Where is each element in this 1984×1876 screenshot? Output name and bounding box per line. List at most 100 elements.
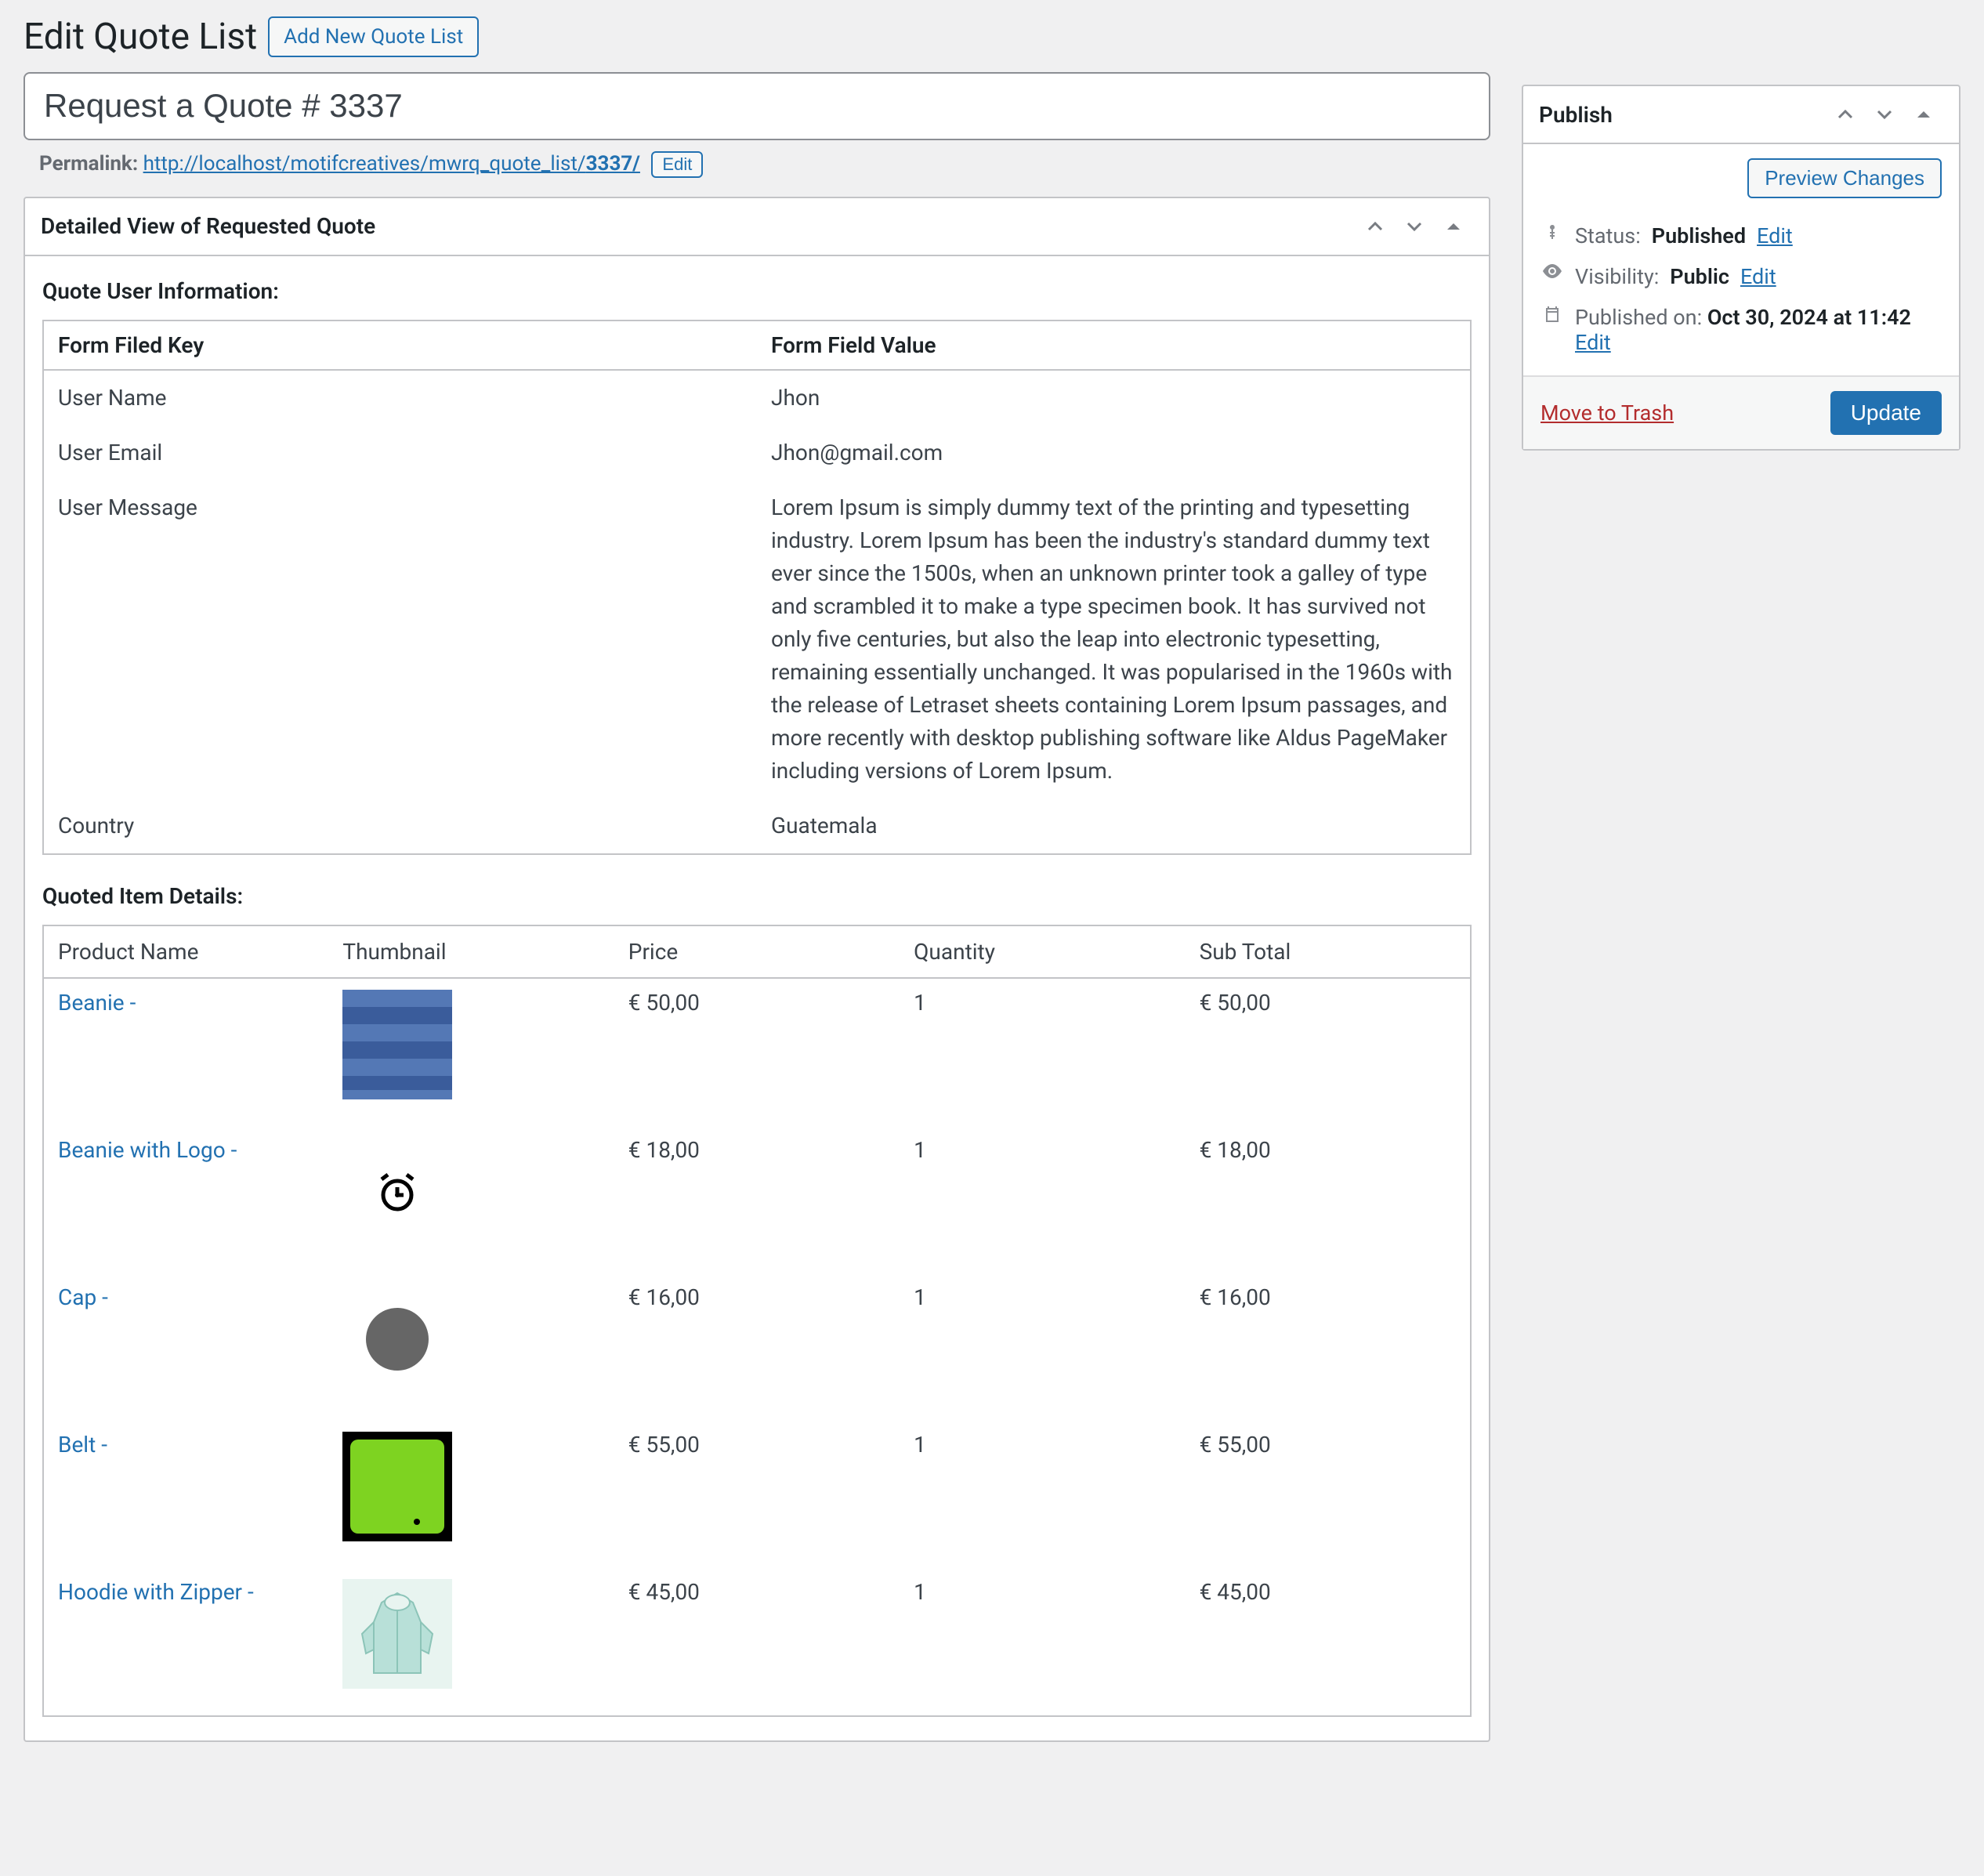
table-header-key: Form Filed Key bbox=[43, 321, 757, 370]
metabox-title: Detailed View of Requested Quote bbox=[41, 213, 375, 239]
cell-product-name: Beanie - bbox=[43, 978, 328, 1126]
cell-key: User Email bbox=[43, 426, 757, 480]
cell-product-name: Belt - bbox=[43, 1421, 328, 1568]
chevron-up-icon bbox=[1837, 109, 1853, 120]
cell-product-name: Cap - bbox=[43, 1273, 328, 1421]
table-row: User MessageLorem Ipsum is simply dummy … bbox=[43, 480, 1471, 799]
cell-price: € 18,00 bbox=[614, 1126, 900, 1273]
move-down-button[interactable] bbox=[1395, 207, 1434, 246]
table-row: CountryGuatemala bbox=[43, 799, 1471, 854]
chevron-down-icon bbox=[1407, 221, 1422, 232]
toggle-panel-button[interactable] bbox=[1904, 95, 1943, 134]
quote-details-metabox: Detailed View of Requested Quote Quote U… bbox=[24, 197, 1490, 1742]
product-link[interactable]: Beanie with Logo - bbox=[58, 1137, 237, 1163]
cell-product-name: Hoodie with Zipper - bbox=[43, 1568, 328, 1716]
cell-product-name: Beanie with Logo - bbox=[43, 1126, 328, 1273]
product-thumbnail-icon bbox=[342, 1579, 452, 1689]
table-row: Belt - € 55,001€ 55,00 bbox=[43, 1421, 1471, 1568]
cell-value: Lorem Ipsum is simply dummy text of the … bbox=[757, 480, 1471, 799]
move-up-button[interactable] bbox=[1826, 95, 1865, 134]
status-label: Status: bbox=[1575, 223, 1641, 248]
cell-thumbnail bbox=[328, 1126, 614, 1273]
visibility-label: Visibility: bbox=[1575, 264, 1659, 289]
edit-slug-button[interactable]: Edit bbox=[651, 151, 703, 178]
published-date: Oct 30, 2024 at 11:42 bbox=[1707, 305, 1911, 330]
calendar-icon bbox=[1540, 305, 1564, 324]
toggle-panel-button[interactable] bbox=[1434, 207, 1473, 246]
table-row: User EmailJhon@gmail.com bbox=[43, 426, 1471, 480]
table-row: Beanie - € 50,001€ 50,00 bbox=[43, 978, 1471, 1126]
cell-key: Country bbox=[43, 799, 757, 854]
preview-changes-button[interactable]: Preview Changes bbox=[1747, 158, 1942, 198]
page-title: Edit Quote List bbox=[24, 16, 257, 58]
user-info-heading: Quote User Information: bbox=[42, 278, 1472, 304]
permalink-link[interactable]: http://localhost/motifcreatives/mwrq_quo… bbox=[143, 152, 640, 176]
publish-box: Publish Preview Changes bbox=[1522, 85, 1960, 451]
cell-value: Guatemala bbox=[757, 799, 1471, 854]
cell-subtotal: € 18,00 bbox=[1186, 1126, 1471, 1273]
cell-price: € 16,00 bbox=[614, 1273, 900, 1421]
cell-quantity: 1 bbox=[900, 1568, 1185, 1716]
cell-subtotal: € 50,00 bbox=[1186, 978, 1471, 1126]
table-row: Beanie with Logo - € 18,001€ 18,00 bbox=[43, 1126, 1471, 1273]
items-table: Product Name Thumbnail Price Quantity Su… bbox=[42, 925, 1472, 1717]
caret-up-icon bbox=[1917, 110, 1931, 119]
cell-thumbnail bbox=[328, 1273, 614, 1421]
chevron-down-icon bbox=[1877, 109, 1892, 120]
chevron-up-icon bbox=[1367, 221, 1383, 232]
cell-value: Jhon bbox=[757, 370, 1471, 426]
col-thumbnail: Thumbnail bbox=[328, 925, 614, 978]
edit-status-link[interactable]: Edit bbox=[1757, 223, 1793, 248]
edit-visibility-link[interactable]: Edit bbox=[1740, 264, 1776, 289]
cell-key: User Name bbox=[43, 370, 757, 426]
cell-key: User Message bbox=[43, 480, 757, 799]
cell-quantity: 1 bbox=[900, 1421, 1185, 1568]
cell-quantity: 1 bbox=[900, 1126, 1185, 1273]
col-subtotal: Sub Total bbox=[1186, 925, 1471, 978]
published-label: Published on: bbox=[1575, 305, 1702, 330]
post-title-input[interactable] bbox=[24, 72, 1490, 140]
col-price: Price bbox=[614, 925, 900, 978]
cell-subtotal: € 16,00 bbox=[1186, 1273, 1471, 1421]
update-button[interactable]: Update bbox=[1830, 391, 1942, 435]
status-value: Published bbox=[1652, 223, 1746, 248]
cell-subtotal: € 55,00 bbox=[1186, 1421, 1471, 1568]
visibility-value: Public bbox=[1670, 264, 1729, 289]
eye-icon bbox=[1540, 264, 1564, 278]
permalink-label: Permalink: bbox=[39, 152, 138, 176]
cell-thumbnail bbox=[328, 1568, 614, 1716]
table-header-value: Form Field Value bbox=[757, 321, 1471, 370]
table-row: Cap - € 16,001€ 16,00 bbox=[43, 1273, 1471, 1421]
table-row: User NameJhon bbox=[43, 370, 1471, 426]
product-thumbnail-icon bbox=[342, 990, 452, 1099]
product-thumbnail-icon bbox=[342, 1284, 452, 1394]
product-link[interactable]: Hoodie with Zipper - bbox=[58, 1579, 254, 1605]
move-to-trash-link[interactable]: Move to Trash bbox=[1540, 400, 1674, 426]
product-thumbnail-icon bbox=[342, 1137, 452, 1247]
move-up-button[interactable] bbox=[1356, 207, 1395, 246]
product-link[interactable]: Cap - bbox=[58, 1284, 108, 1310]
product-link[interactable]: Belt - bbox=[58, 1432, 107, 1458]
table-row: Hoodie with Zipper - € 45,001€ 45,00 bbox=[43, 1568, 1471, 1716]
user-info-table: Form Filed Key Form Field Value User Nam… bbox=[42, 320, 1472, 855]
caret-up-icon bbox=[1446, 222, 1461, 231]
cell-subtotal: € 45,00 bbox=[1186, 1568, 1471, 1716]
col-product-name: Product Name bbox=[43, 925, 328, 978]
add-new-quote-list-button[interactable]: Add New Quote List bbox=[268, 16, 479, 57]
publish-heading: Publish bbox=[1539, 102, 1613, 128]
cell-price: € 55,00 bbox=[614, 1421, 900, 1568]
items-heading: Quoted Item Details: bbox=[42, 883, 1472, 909]
cell-quantity: 1 bbox=[900, 978, 1185, 1126]
product-thumbnail-icon bbox=[342, 1432, 452, 1541]
col-quantity: Quantity bbox=[900, 925, 1185, 978]
cell-price: € 45,00 bbox=[614, 1568, 900, 1716]
cell-quantity: 1 bbox=[900, 1273, 1185, 1421]
move-down-button[interactable] bbox=[1865, 95, 1904, 134]
key-icon bbox=[1540, 223, 1564, 242]
cell-price: € 50,00 bbox=[614, 978, 900, 1126]
cell-thumbnail bbox=[328, 978, 614, 1126]
cell-value: Jhon@gmail.com bbox=[757, 426, 1471, 480]
permalink-row: Permalink: http://localhost/motifcreativ… bbox=[24, 140, 1490, 197]
edit-date-link[interactable]: Edit bbox=[1575, 330, 1611, 355]
product-link[interactable]: Beanie - bbox=[58, 990, 136, 1016]
